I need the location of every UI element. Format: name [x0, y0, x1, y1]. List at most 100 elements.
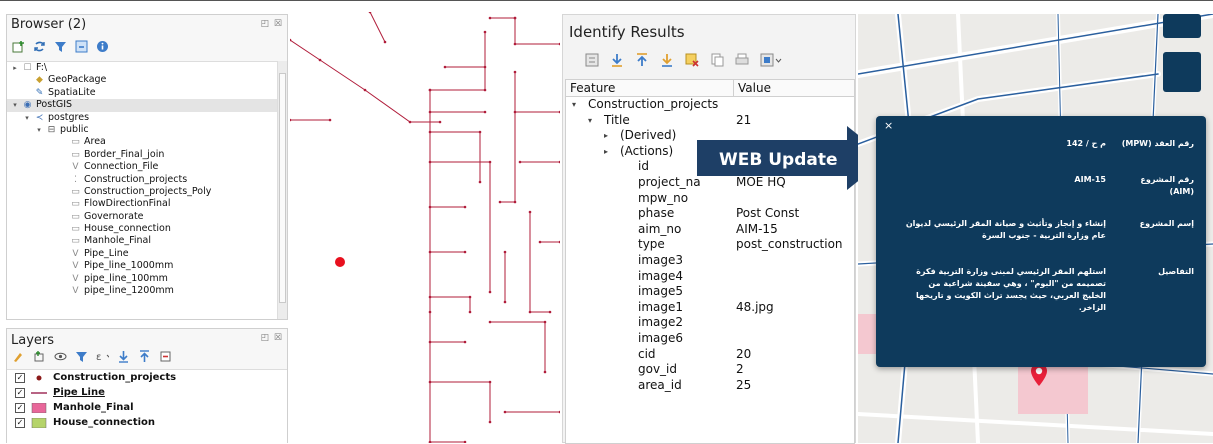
tree-item[interactable]: ▾ ⊟ public	[7, 124, 277, 136]
chevron-down-icon[interactable]: ▾	[35, 124, 43, 136]
filter-layers-icon[interactable]	[74, 349, 88, 363]
line-layer-icon: V	[72, 261, 79, 272]
tree-item[interactable]: ▭ Manhole_Final	[7, 235, 277, 247]
identify-row[interactable]: type post_construction	[566, 237, 854, 253]
popup-field-value: AIM-15	[1074, 175, 1106, 184]
tree-item-label: Connection_File	[84, 161, 159, 173]
tree-item[interactable]: V Connection_File	[7, 161, 277, 173]
tree-item[interactable]: ▭ Border_Final_join	[7, 149, 277, 161]
pipe-node	[558, 42, 560, 46]
chevron-right-icon[interactable]: ▸	[11, 62, 19, 74]
close-icon[interactable]: ×	[884, 119, 893, 132]
identify-row[interactable]: ▾ Construction_projects	[566, 97, 854, 113]
chevron-down-icon[interactable]: ▾	[572, 97, 576, 113]
chevron-down-icon[interactable]: ▾	[588, 113, 592, 129]
tree-item[interactable]: V Pipe_Line	[7, 248, 277, 260]
layer-item[interactable]: ✓ House_connection	[7, 415, 287, 430]
map-canvas[interactable]	[290, 12, 560, 443]
tree-item[interactable]: ▾ ≺ postgres	[7, 112, 277, 124]
add-group-icon[interactable]	[32, 349, 46, 363]
tree-item[interactable]: ✎ SpatiaLite	[7, 87, 277, 99]
identify-row[interactable]: image1 48.jpg	[566, 300, 854, 316]
feature-cell: id	[638, 159, 649, 174]
identify-row[interactable]: image5	[566, 284, 854, 300]
pipe-segment	[430, 296, 471, 312]
layer-checkbox[interactable]: ✓	[15, 402, 25, 413]
tree-item[interactable]: ▭ House_connection	[7, 223, 277, 235]
tree-item[interactable]: ▾ ◉ PostGIS	[7, 99, 277, 112]
polygon-layer-icon: ▭	[71, 224, 80, 235]
popup-field-value: إنشاء و إنجاز وتأثيث و صيانة المقر الرئي…	[905, 219, 1106, 240]
pipe-node	[438, 120, 442, 124]
tree-item[interactable]: ◆ GeoPackage	[7, 74, 277, 86]
expression-filter-icon[interactable]: ε	[95, 349, 109, 363]
collapse-all-icon[interactable]	[137, 349, 151, 363]
tree-item[interactable]: ▸ ☐ F:\	[7, 62, 277, 74]
feature-cell: Construction_projects	[588, 97, 719, 111]
layers-panel-controls[interactable]: ◰ ☒	[261, 333, 283, 343]
identify-mode-icon[interactable]	[760, 53, 782, 70]
pipe-network-map[interactable]	[290, 12, 560, 443]
tree-item[interactable]: V Pipe_line_1000mm	[7, 260, 277, 272]
visibility-icon[interactable]	[53, 349, 67, 363]
layer-checkbox[interactable]: ✓	[15, 417, 25, 428]
chevron-right-icon[interactable]: ▸	[604, 144, 608, 160]
identify-row[interactable]: image2	[566, 315, 854, 331]
pipe-node	[483, 65, 487, 69]
chevron-right-icon[interactable]: ▸	[604, 128, 608, 144]
info-icon[interactable]	[95, 39, 109, 53]
tree-item[interactable]: ▭ Area	[7, 136, 277, 148]
tree-item[interactable]: ▭ Construction_projects_Poly	[7, 186, 277, 198]
map-control-button-top[interactable]	[1163, 14, 1201, 38]
postgis-icon: ◉	[23, 100, 32, 111]
tree-item[interactable]: Vpipe_line_1200mm	[7, 285, 277, 297]
identify-row[interactable]: mpw_no	[566, 191, 854, 207]
layer-checkbox[interactable]: ✓	[15, 372, 25, 383]
chevron-down-icon[interactable]: ▾	[11, 99, 19, 111]
print-icon[interactable]	[735, 53, 749, 70]
tree-item[interactable]: ▭ FlowDirectionFinal	[7, 198, 277, 210]
style-icon[interactable]	[11, 349, 25, 363]
remove-layer-icon[interactable]	[158, 349, 172, 363]
feature-column-header[interactable]: Feature	[566, 80, 734, 96]
expand-tree-icon[interactable]	[610, 53, 624, 70]
map-control-button[interactable]	[1163, 52, 1201, 92]
identify-row[interactable]: area_id 25	[566, 378, 854, 394]
add-layer-icon[interactable]	[11, 39, 25, 53]
identify-row[interactable]: image6	[566, 331, 854, 347]
chevron-down-icon[interactable]: ▾	[23, 112, 31, 124]
identify-row[interactable]: image4	[566, 269, 854, 285]
refresh-icon[interactable]	[32, 39, 46, 53]
layer-item[interactable]: ✓ Manhole_Final	[7, 400, 287, 415]
browser-scrollbar[interactable]	[277, 61, 287, 319]
tree-item[interactable]: ⁚ Construction_projects	[7, 174, 277, 186]
layer-item[interactable]: ✓ Pipe Line	[7, 385, 287, 400]
identify-row[interactable]: cid 20	[566, 347, 854, 363]
tree-item[interactable]: Vpipe_line_100mm	[7, 273, 277, 285]
pipe-node	[443, 65, 447, 69]
clear-results-icon[interactable]	[685, 53, 699, 70]
tree-item[interactable]: ▭ Governorate	[7, 211, 277, 223]
expand-new-icon[interactable]	[660, 53, 674, 70]
expand-all-icon[interactable]	[116, 349, 130, 363]
identify-row[interactable]: image3	[566, 253, 854, 269]
identify-row[interactable]: phase Post Const	[566, 206, 854, 222]
browser-panel-controls[interactable]: ◰ ☒	[261, 19, 283, 29]
tree-item-label: Manhole_Final	[84, 235, 152, 247]
collapse-tree-icon[interactable]	[635, 53, 649, 70]
filter-icon[interactable]	[53, 39, 67, 53]
identify-row[interactable]: aim_no AIM-15	[566, 222, 854, 238]
tree-item-label: GeoPackage	[48, 74, 107, 86]
layer-checkbox[interactable]: ✓	[15, 387, 25, 398]
collapse-icon[interactable]	[74, 39, 88, 53]
layer-item[interactable]: ✓ Construction_projects	[7, 370, 287, 385]
pipe-node	[483, 110, 487, 114]
copy-icon[interactable]	[710, 53, 724, 70]
identify-row[interactable]: gov_id 2	[566, 362, 854, 378]
expand-icon[interactable]	[585, 53, 599, 70]
value-column-header[interactable]: Value	[734, 80, 854, 96]
pipe-node	[488, 160, 492, 164]
pipe-segment	[290, 39, 440, 123]
scroll-thumb[interactable]	[279, 73, 286, 303]
feature-cell: image6	[638, 330, 684, 345]
